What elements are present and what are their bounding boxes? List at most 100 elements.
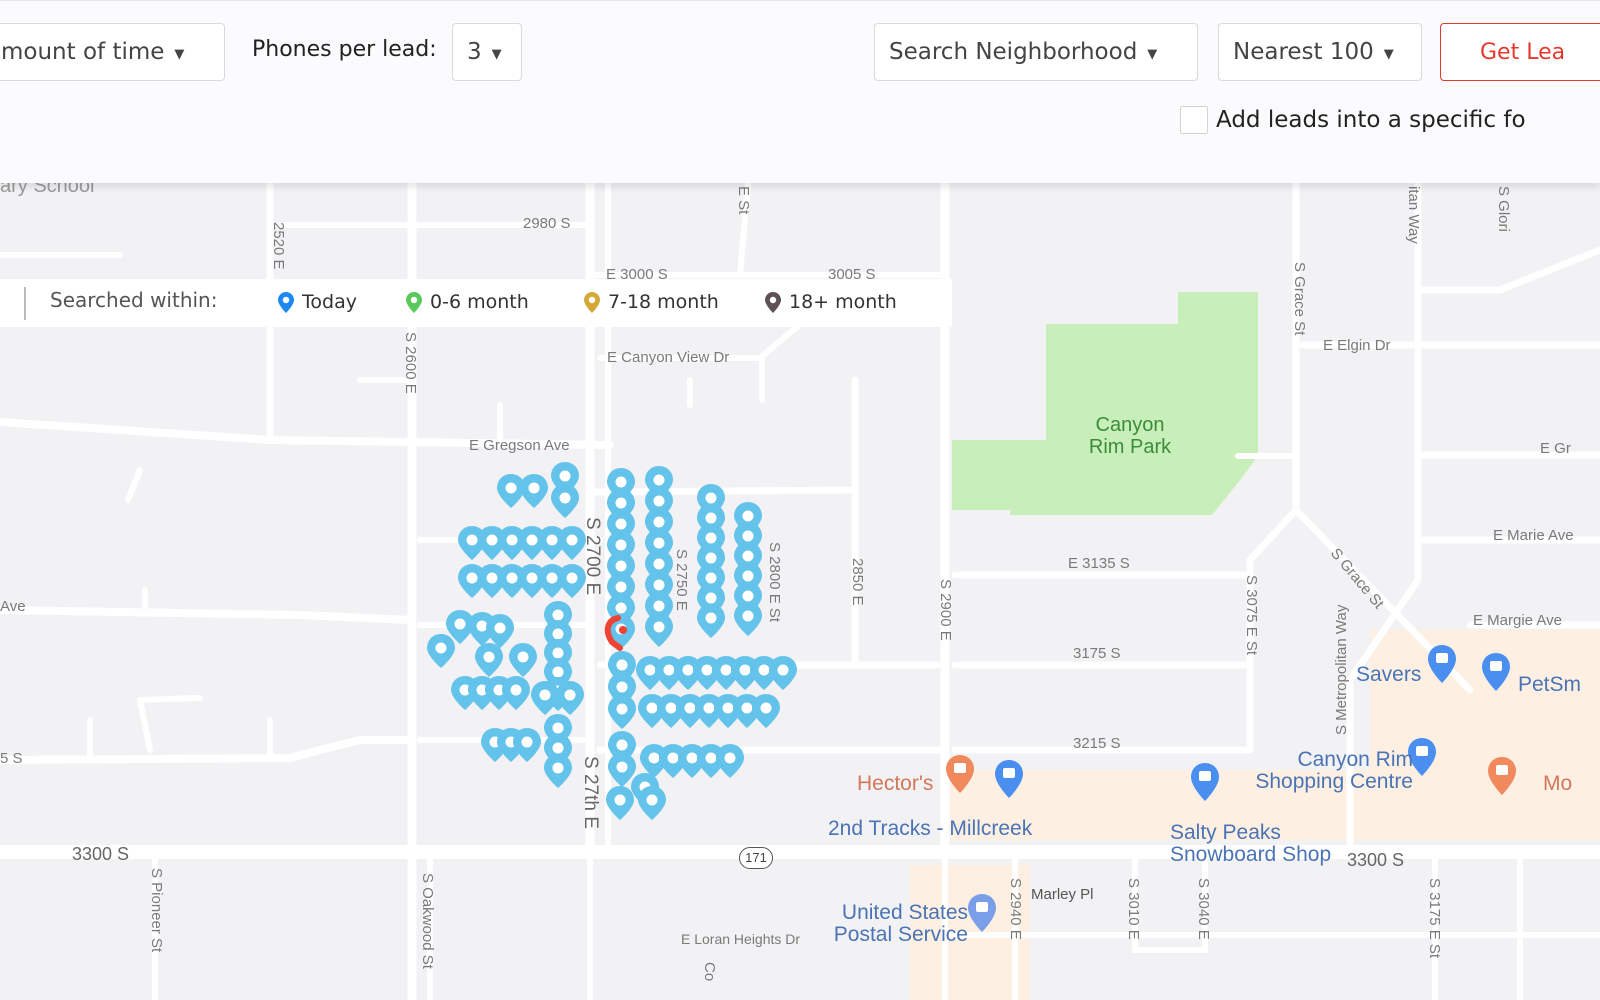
street-label: S 2800 E St [766,542,783,623]
lead-pin[interactable] [697,604,725,638]
legend-label: Today [302,291,357,313]
lead-pin[interactable] [608,695,636,729]
street-label: 5 S [0,750,23,767]
lead-pin[interactable] [752,694,780,728]
street-label: E Gr [1540,440,1571,457]
caret-down-icon: ▼ [1147,46,1158,62]
lead-pin[interactable] [769,656,797,690]
poi-label[interactable]: Hector's [857,773,933,795]
street-label: S 3075 E St [1243,575,1260,656]
street-label: 3300 S [1347,850,1405,870]
street-label: 3215 S [1073,735,1121,752]
legend-label: 0-6 month [430,291,529,313]
legend-title: Searched within: [50,288,218,312]
street-label: S 2940 E [1007,878,1024,940]
park-area [952,292,1258,515]
highway-shield: 171 [739,847,773,869]
street-label: E Loran Heights Dr [681,931,801,947]
lead-pin[interactable] [520,474,548,508]
street-label: S Pioneer St [148,868,165,953]
lead-pin[interactable] [556,681,584,715]
street-label: S 3040 E [1195,878,1212,940]
lead-pin[interactable] [638,786,666,820]
road [587,180,751,278]
poi-label[interactable]: PetSm [1518,674,1581,696]
get-leads-button[interactable]: Get Lea [1440,23,1600,81]
add-to-folder-label[interactable]: Add leads into a specific fo [1216,107,1526,133]
street-label: E Elgin Dr [1323,337,1391,354]
search-neighborhood-dropdown[interactable]: Search Neighborhood ▼ [874,23,1198,81]
road [137,697,153,753]
street-label: E St [735,186,752,215]
dropdown-value: Search Neighborhood [889,39,1138,65]
caret-down-icon: ▼ [491,46,502,62]
lead-pin[interactable] [544,754,572,788]
lead-pin[interactable] [427,634,455,668]
pin-icon [406,291,422,313]
street-label: S 27th E [580,756,601,829]
street-label: S Glori [1495,186,1512,232]
lead-pin[interactable] [502,676,530,710]
dropdown-value: 3 [467,39,482,65]
street-label: S 3010 E [1125,878,1142,940]
lead-pin[interactable] [551,484,579,518]
street-label: 3300 S [72,844,130,864]
road [1414,246,1600,294]
pin-icon [765,291,781,313]
lead-pin[interactable] [513,728,541,762]
street-label: S 2750 E [673,549,690,611]
road [137,695,203,703]
legend-label: 7-18 month [608,291,719,313]
time-range-dropdown[interactable]: mount of time ▼ [0,23,225,81]
poi-label[interactable]: Salty Peaks Snowboard Shop [1170,822,1345,866]
add-to-folder-checkbox[interactable] [1180,106,1208,134]
caret-down-icon: ▼ [174,46,185,62]
legend-item-today: Today [278,291,357,313]
street-label: Ave [0,598,26,615]
street-label: Co [701,962,718,982]
street-label: S 2700 E [582,517,603,596]
legend-item-18-plus-month: 18+ month [765,291,897,313]
lead-pin[interactable] [734,602,762,636]
lead-pin[interactable] [509,643,537,677]
street-label: S 2600 E [402,332,419,394]
lead-pin[interactable] [475,643,503,677]
street-label: E Gregson Ave [469,437,570,454]
street-label: 2520 E [270,222,287,270]
street-label: Marley Pl [1031,886,1094,903]
road [125,467,143,503]
lead-pin[interactable] [608,753,636,787]
poi-label[interactable]: Savers [1356,664,1421,686]
phones-per-lead-label: Phones per lead: [252,37,437,62]
lead-pin[interactable] [645,613,673,647]
street-label: 3175 S [1073,645,1121,662]
poi-label[interactable]: 2nd Tracks - Millcreek [828,818,1032,840]
legend-item-7-18-month: 7-18 month [584,291,719,313]
search-toolbar: mount of time ▼ Phones per lead: 3 ▼ Sea… [0,0,1600,183]
dropdown-value: mount of time [1,39,165,65]
legend-label: 18+ month [789,291,897,313]
legend-bar: Searched within: Today 0-6 month 7-18 mo… [0,279,952,327]
poi-label[interactable]: Mo [1543,773,1572,795]
lead-pin[interactable] [486,614,514,648]
street-label: S Oakwood St [419,873,436,969]
street-label: itan Way [1405,186,1422,244]
road [0,736,414,764]
road [0,606,414,624]
street-label: E Canyon View Dr [607,349,730,366]
lead-pin[interactable] [531,681,559,715]
street-label: S Metropolitan Way [1333,604,1350,735]
dropdown-value: Nearest 100 [1233,39,1374,65]
lead-pin[interactable] [716,744,744,778]
poi-label[interactable]: Canyon Rim Shopping Centre [1238,749,1413,793]
pin-icon [278,291,294,313]
nearest-count-dropdown[interactable]: Nearest 100 ▼ [1218,23,1422,81]
poi-label[interactable]: United States Postal Service [828,902,968,946]
street-label: E Margie Ave [1473,612,1562,629]
park-label: Canyon Rim Park [1088,414,1172,458]
legend-divider [24,287,26,320]
street-label: S Grace St [1291,262,1308,336]
phones-per-lead-dropdown[interactable]: 3 ▼ [452,23,522,81]
street-label: 2850 E [849,558,866,606]
caret-down-icon: ▼ [1383,46,1394,62]
